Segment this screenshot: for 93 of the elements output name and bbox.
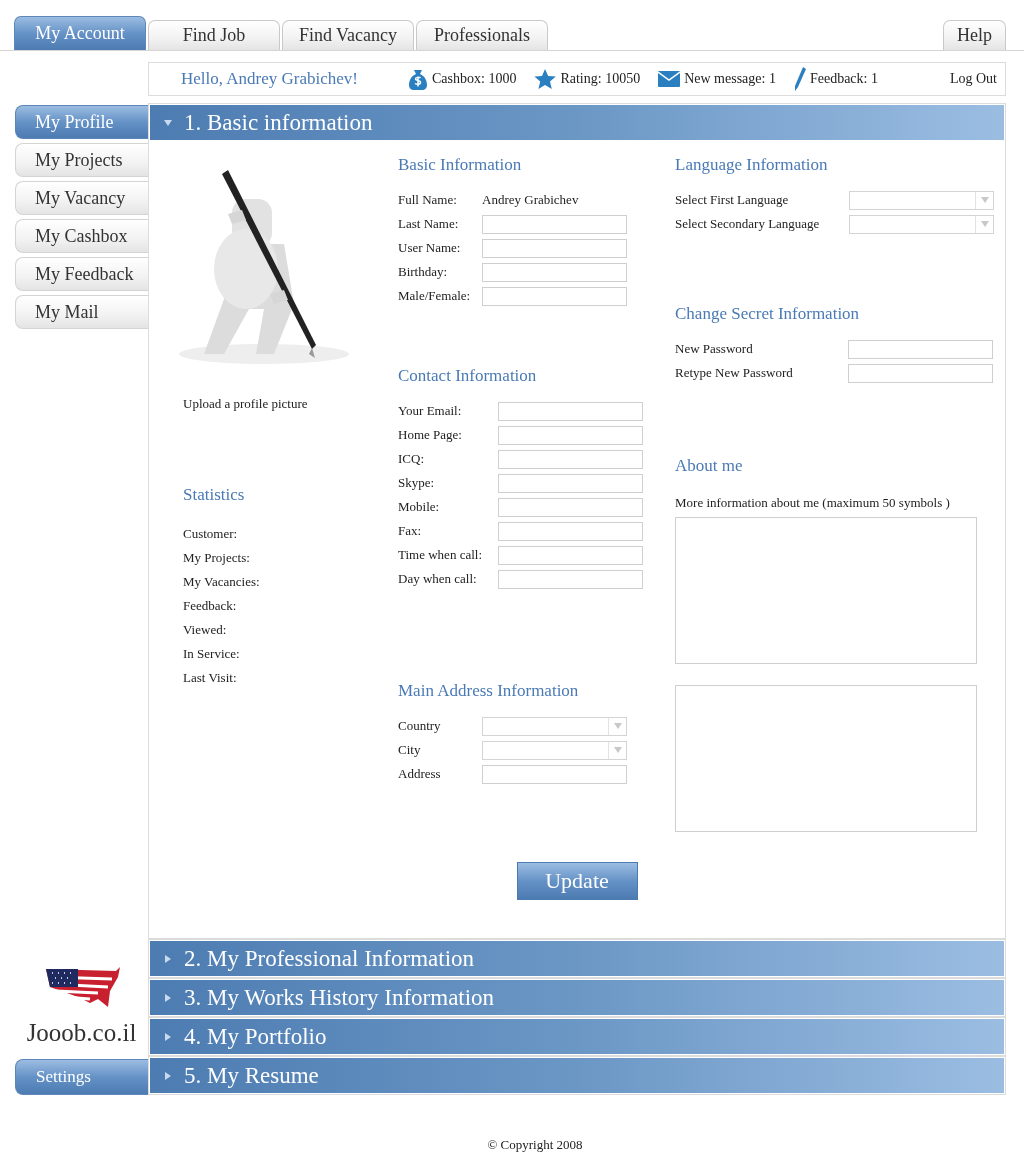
expand-arrow-icon bbox=[164, 1071, 172, 1080]
expand-arrow-icon bbox=[164, 954, 172, 963]
field-label: Skype: bbox=[398, 475, 436, 491]
dropdown-field[interactable] bbox=[849, 190, 994, 210]
input-field[interactable] bbox=[482, 286, 627, 306]
field-label: New Password bbox=[675, 341, 754, 357]
stat-label: My Vacancies: bbox=[183, 574, 260, 590]
input-field[interactable] bbox=[482, 262, 627, 282]
input-field[interactable] bbox=[498, 401, 643, 421]
field-label: Your Email: bbox=[398, 403, 463, 419]
stat-label: Customer: bbox=[183, 526, 238, 542]
input-field[interactable] bbox=[482, 214, 627, 234]
input-field[interactable] bbox=[848, 363, 993, 383]
input-field[interactable] bbox=[498, 425, 643, 445]
sidebar-item[interactable]: My Vacancy bbox=[15, 181, 148, 215]
field-label: Last Name: bbox=[398, 216, 460, 232]
dropdown-arrow-icon bbox=[613, 747, 622, 753]
accordion-header[interactable]: 1. Basic information bbox=[150, 105, 1004, 140]
stat-label: Last Visit: bbox=[183, 670, 237, 686]
upload-label[interactable]: Upload a profile picture bbox=[183, 396, 387, 412]
dropdown-field[interactable] bbox=[482, 716, 627, 736]
section-heading: Language Information bbox=[675, 154, 829, 176]
accordion-header[interactable]: 4. My Portfolio bbox=[150, 1019, 1004, 1054]
dropdown-arrow-icon bbox=[980, 197, 989, 203]
stat-label: Viewed: bbox=[183, 622, 227, 638]
sidebar-item[interactable]: My Cashbox bbox=[15, 219, 148, 253]
input-field[interactable] bbox=[498, 497, 643, 517]
expand-arrow-icon bbox=[164, 1032, 172, 1041]
input-field[interactable] bbox=[498, 545, 643, 565]
input-field[interactable] bbox=[498, 473, 643, 493]
stat-label: My Projects: bbox=[183, 550, 250, 566]
logo-text: Jooob.co.il bbox=[26, 1019, 137, 1047]
field-label: Male/Female: bbox=[398, 288, 472, 304]
field-label: Full Name: bbox=[398, 192, 458, 208]
stat-text: Cashbox: 1000 bbox=[432, 71, 517, 87]
nav-tab[interactable]: Find Job bbox=[148, 20, 280, 50]
field-label: Retype New Password bbox=[675, 365, 794, 381]
logout-link[interactable]: Log Out bbox=[949, 71, 997, 87]
field-label: City bbox=[398, 742, 422, 758]
stat-label: In Service: bbox=[183, 646, 240, 662]
input-field[interactable] bbox=[848, 339, 993, 359]
section-heading: Contact Information bbox=[398, 365, 538, 387]
field-label: Select Secondary Language bbox=[675, 216, 821, 232]
section-heading: Change Secret Information bbox=[675, 303, 861, 325]
greeting-text: Hello, Andrey Grabichev! bbox=[181, 69, 359, 89]
input-field[interactable] bbox=[498, 449, 643, 469]
section-heading: About me bbox=[675, 455, 744, 477]
field-label: Day when call: bbox=[398, 571, 478, 587]
section-heading: Basic Information bbox=[398, 154, 523, 176]
stat-label: Feedback: bbox=[183, 598, 237, 614]
field-label: Time when call: bbox=[398, 547, 483, 563]
input-field[interactable] bbox=[498, 569, 643, 589]
text-area[interactable] bbox=[675, 685, 977, 832]
money-bag-icon bbox=[408, 68, 429, 90]
input-field[interactable] bbox=[482, 238, 627, 258]
field-label: ICQ: bbox=[398, 451, 425, 467]
pen-icon bbox=[793, 67, 806, 91]
dropdown-arrow-icon bbox=[613, 723, 622, 729]
about-textarea[interactable] bbox=[675, 517, 977, 664]
accordion-header[interactable]: 5. My Resume bbox=[150, 1058, 1004, 1093]
field-label: Fax: bbox=[398, 523, 423, 539]
nav-tab[interactable]: Find Vacancy bbox=[282, 20, 414, 50]
field-label: Address bbox=[398, 766, 442, 782]
accordion-header[interactable]: 3. My Works History Information bbox=[150, 980, 1004, 1015]
section-heading: Main Address Information bbox=[398, 680, 580, 702]
stat-text: Rating: 10050 bbox=[560, 71, 641, 87]
help-tab[interactable]: Help bbox=[943, 20, 1006, 50]
dropdown-arrow-icon bbox=[980, 221, 989, 227]
sidebar-item[interactable]: My Projects bbox=[15, 143, 148, 177]
sidebar-item[interactable]: My Feedback bbox=[15, 257, 148, 291]
about-note: More information about me (maximum 50 symbols ) bbox=[675, 495, 951, 511]
field-label: Select First Language bbox=[675, 192, 790, 208]
field-label: User Name: bbox=[398, 240, 462, 256]
field-label: Country bbox=[398, 718, 442, 734]
sidebar-item[interactable]: My Mail bbox=[15, 295, 148, 329]
stat-text: New message: 1 bbox=[684, 71, 776, 87]
input-field[interactable] bbox=[498, 521, 643, 541]
expand-arrow-icon bbox=[164, 993, 172, 1002]
dropdown-field[interactable] bbox=[482, 740, 627, 760]
field-value: Andrey Grabichev bbox=[482, 192, 579, 208]
field-label: Mobile: bbox=[398, 499, 441, 515]
nav-tab[interactable]: Professionals bbox=[416, 20, 548, 50]
envelope-icon bbox=[658, 71, 681, 87]
copyright-text: © Copyright 2008 bbox=[486, 1137, 584, 1153]
accordion-header[interactable]: 2. My Professional Information bbox=[150, 941, 1004, 976]
field-label: Birthday: bbox=[398, 264, 449, 280]
star-icon bbox=[534, 68, 557, 90]
input-field[interactable] bbox=[482, 764, 627, 784]
field-label: Home Page: bbox=[398, 427, 463, 443]
collapse-arrow-icon bbox=[164, 118, 172, 127]
dropdown-field[interactable] bbox=[849, 214, 994, 234]
stat-text: Feedback: 1 bbox=[809, 71, 878, 87]
section-heading: Statistics bbox=[183, 484, 246, 506]
